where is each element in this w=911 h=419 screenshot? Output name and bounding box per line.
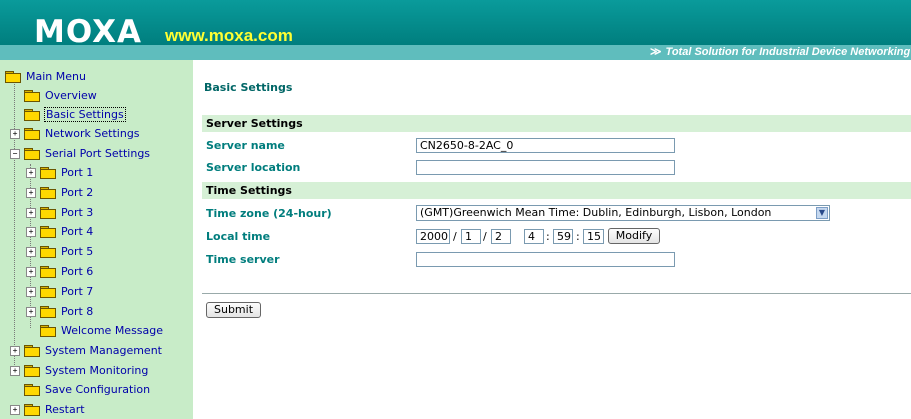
minute-input[interactable]: 59 (553, 229, 573, 244)
folder-icon (40, 225, 56, 238)
expand-plus-icon[interactable]: + (26, 307, 36, 317)
expand-plus-icon[interactable]: + (10, 405, 20, 415)
expand-plus-icon[interactable]: + (26, 287, 36, 297)
day-input[interactable]: 2 (491, 229, 511, 244)
expand-plus-icon[interactable]: + (26, 227, 36, 237)
tree-line (14, 76, 15, 365)
time-zone-select[interactable]: (GMT)Greenwich Mean Time: Dublin, Edinbu… (416, 205, 830, 221)
open-folder-icon (24, 147, 40, 160)
server-location-input[interactable] (416, 160, 675, 175)
sidebar-item-port-8[interactable]: Port 8 (40, 302, 93, 320)
folder-icon (24, 344, 40, 357)
sidebar-item-welcome-message[interactable]: Welcome Message (40, 321, 163, 339)
sidebar-item-main-menu[interactable]: Main Menu (5, 67, 86, 85)
sidebar-item-system-monitoring[interactable]: System Monitoring (24, 361, 148, 379)
time-settings-header: Time Settings (202, 182, 911, 199)
sidebar-navigation-tree: Main Menu Overview Basic Settings + Netw… (0, 60, 193, 419)
collapse-minus-icon[interactable]: − (10, 149, 20, 159)
folder-icon (24, 403, 40, 416)
divider (202, 293, 911, 294)
folder-icon (40, 324, 56, 337)
page-title: Basic Settings (204, 81, 293, 94)
time-server-input[interactable] (416, 252, 675, 267)
sidebar-item-port-1[interactable]: Port 1 (40, 163, 93, 181)
folder-icon (40, 305, 56, 318)
double-arrow-icon: ≫ (650, 46, 662, 58)
main-content: Basic Settings Server Settings Server na… (193, 60, 911, 419)
tagline-text: Total Solution for Industrial Device Net… (665, 46, 911, 58)
folder-icon (24, 127, 40, 140)
folder-icon (40, 285, 56, 298)
sidebar-item-port-6[interactable]: Port 6 (40, 262, 93, 280)
month-input[interactable]: 1 (461, 229, 481, 244)
tagline: ≫ Total Solution for Industrial Device Ne… (650, 45, 910, 58)
header-banner: MOXA www.moxa.com ≫ Total Solution for In… (0, 0, 911, 60)
expand-plus-icon[interactable]: + (26, 267, 36, 277)
second-input[interactable]: 15 (583, 229, 604, 244)
expand-plus-icon[interactable]: + (10, 366, 20, 376)
server-name-label: Server name (206, 139, 285, 152)
expand-plus-icon[interactable]: + (10, 346, 20, 356)
year-input[interactable]: 2000 (416, 229, 450, 244)
sidebar-item-serial-port-settings[interactable]: Serial Port Settings (24, 144, 150, 162)
moxa-url[interactable]: www.moxa.com (165, 26, 293, 46)
folder-icon (24, 383, 40, 396)
time-separator: : (546, 230, 550, 243)
sidebar-item-save-configuration[interactable]: Save Configuration (24, 380, 150, 398)
date-separator: / (483, 230, 487, 243)
chevron-down-icon[interactable]: ▼ (816, 207, 828, 219)
folder-icon (24, 89, 40, 102)
folder-icon (40, 166, 56, 179)
date-separator: / (453, 230, 457, 243)
expand-plus-icon[interactable]: + (26, 188, 36, 198)
folder-icon (40, 186, 56, 199)
expand-plus-icon[interactable]: + (26, 208, 36, 218)
time-server-label: Time server (206, 253, 280, 266)
sidebar-item-port-7[interactable]: Port 7 (40, 282, 93, 300)
submit-button[interactable]: Submit (206, 302, 261, 318)
sidebar-item-port-4[interactable]: Port 4 (40, 222, 93, 240)
modify-button[interactable]: Modify (608, 228, 660, 244)
sidebar-item-restart[interactable]: Restart (24, 400, 85, 418)
sidebar-item-overview[interactable]: Overview (24, 86, 97, 104)
hour-input[interactable]: 4 (524, 229, 544, 244)
folder-icon (24, 364, 40, 377)
folder-icon (40, 265, 56, 278)
sidebar-item-basic-settings[interactable]: Basic Settings (24, 105, 126, 123)
open-folder-icon (5, 70, 21, 83)
local-time-label: Local time (206, 230, 271, 243)
server-location-label: Server location (206, 161, 301, 174)
sidebar-item-port-2[interactable]: Port 2 (40, 183, 93, 201)
expand-plus-icon[interactable]: + (10, 129, 20, 139)
time-separator: : (576, 230, 580, 243)
folder-icon (24, 108, 40, 121)
expand-plus-icon[interactable]: + (26, 247, 36, 257)
folder-icon (40, 245, 56, 258)
sidebar-item-system-management[interactable]: System Management (24, 341, 162, 359)
server-name-input[interactable]: CN2650-8-2AC_0 (416, 138, 675, 153)
server-settings-header: Server Settings (202, 115, 911, 132)
expand-plus-icon[interactable]: + (26, 168, 36, 178)
sidebar-item-port-5[interactable]: Port 5 (40, 242, 93, 260)
sidebar-item-port-3[interactable]: Port 3 (40, 203, 93, 221)
sidebar-item-network-settings[interactable]: Network Settings (24, 124, 140, 142)
time-zone-label: Time zone (24-hour) (206, 207, 332, 220)
folder-icon (40, 206, 56, 219)
time-zone-selected-value: (GMT)Greenwich Mean Time: Dublin, Edinbu… (420, 206, 772, 219)
